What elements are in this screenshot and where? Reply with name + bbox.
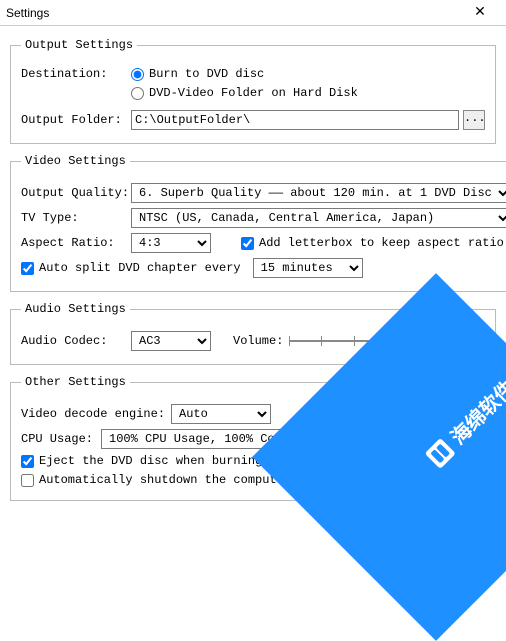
decode-label: Video decode engine: [21, 407, 171, 421]
tvtype-row: TV Type: NTSC (US, Canada, Central Ameri… [21, 208, 506, 228]
aspect-label: Aspect Ratio: [21, 236, 131, 250]
tvtype-select[interactable]: NTSC (US, Canada, Central America, Japan… [131, 208, 506, 228]
audio-row: Audio Codec: AC3 Volume: +0db [21, 331, 485, 351]
autosplit-checkbox-label[interactable]: Auto split DVD chapter every [21, 261, 241, 275]
video-settings-legend: Video Settings [21, 154, 130, 168]
volume-label: Volume: [233, 334, 283, 348]
cpu-label: CPU Usage: [21, 432, 101, 446]
browse-button[interactable]: ... [463, 110, 485, 130]
letterbox-checkbox[interactable] [241, 237, 254, 250]
content: Output Settings Destination: Burn to DVD… [0, 26, 506, 517]
video-settings-group: Video Settings Output Quality: 6. Superb… [10, 154, 506, 292]
codec-select[interactable]: AC3 [131, 331, 211, 351]
interval-select[interactable]: 15 minutes [253, 258, 363, 278]
cpu-select[interactable]: 100% CPU Usage, 100% Conversion Speed [101, 429, 381, 449]
audio-settings-group: Audio Settings Audio Codec: AC3 Volume: … [10, 302, 496, 365]
eject-checkbox-label[interactable]: Eject the DVD disc when burning finished… [21, 454, 334, 468]
autosplit-text: Auto split DVD chapter every [39, 261, 241, 275]
eject-text: Eject the DVD disc when burning finished… [39, 454, 334, 468]
quality-select[interactable]: 6. Superb Quality —— about 120 min. at 1… [131, 183, 506, 203]
other-settings-group: Other Settings Video decode engine: Auto… [10, 375, 496, 501]
destination-radio-burn[interactable]: Burn to DVD disc [131, 67, 264, 81]
destination-radio-folder[interactable]: DVD-Video Folder on Hard Disk [131, 86, 358, 100]
audio-settings-legend: Audio Settings [21, 302, 130, 316]
autosplit-row: Auto split DVD chapter every 15 minutes [21, 258, 506, 278]
destination-label: Destination: [21, 67, 131, 81]
autosplit-checkbox[interactable] [21, 262, 34, 275]
output-settings-legend: Output Settings [21, 38, 137, 52]
shutdown-checkbox[interactable] [21, 474, 34, 487]
volume-thumb[interactable] [384, 334, 392, 348]
shutdown-row: Automatically shutdown the computer when… [21, 473, 485, 487]
letterbox-text: Add letterbox to keep aspect ratio [259, 236, 504, 250]
shutdown-checkbox-label[interactable]: Automatically shutdown the computer when… [21, 473, 457, 487]
volume-slider[interactable] [289, 331, 419, 351]
aspect-select[interactable]: 4:3 [131, 233, 211, 253]
letterbox-checkbox-label[interactable]: Add letterbox to keep aspect ratio [241, 236, 504, 250]
eject-checkbox[interactable] [21, 455, 34, 468]
shutdown-text: Automatically shutdown the computer when… [39, 473, 457, 487]
destination-row: Destination: Burn to DVD disc [21, 67, 485, 81]
cpu-row: CPU Usage: 100% CPU Usage, 100% Conversi… [21, 429, 485, 449]
decode-row: Video decode engine: Auto [21, 404, 485, 424]
destination-radio2-row: DVD-Video Folder on Hard Disk [131, 86, 485, 100]
decode-select[interactable]: Auto [171, 404, 271, 424]
quality-row: Output Quality: 6. Superb Quality —— abo… [21, 183, 506, 203]
quality-label: Output Quality: [21, 186, 131, 200]
radio-burn-dvd[interactable] [131, 68, 144, 81]
tvtype-label: TV Type: [21, 211, 131, 225]
codec-label: Audio Codec: [21, 334, 131, 348]
radio-dvd-folder[interactable] [131, 87, 144, 100]
aspect-row: Aspect Ratio: 4:3 Add letterbox to keep … [21, 233, 506, 253]
footer-button[interactable]: S [316, 495, 406, 517]
eject-row: Eject the DVD disc when burning finished… [21, 454, 485, 468]
output-folder-row: Output Folder: ... [21, 110, 485, 130]
output-folder-label: Output Folder: [21, 113, 131, 127]
volume-db: +0db [425, 334, 454, 348]
output-folder-input[interactable] [131, 110, 459, 130]
window-title: Settings [6, 6, 460, 20]
radio-burn-label: Burn to DVD disc [149, 67, 264, 81]
other-settings-legend: Other Settings [21, 375, 130, 389]
close-icon[interactable]: ✕ [460, 4, 500, 21]
output-settings-group: Output Settings Destination: Burn to DVD… [10, 38, 496, 144]
titlebar: Settings ✕ [0, 0, 506, 26]
radio-folder-label: DVD-Video Folder on Hard Disk [149, 86, 358, 100]
